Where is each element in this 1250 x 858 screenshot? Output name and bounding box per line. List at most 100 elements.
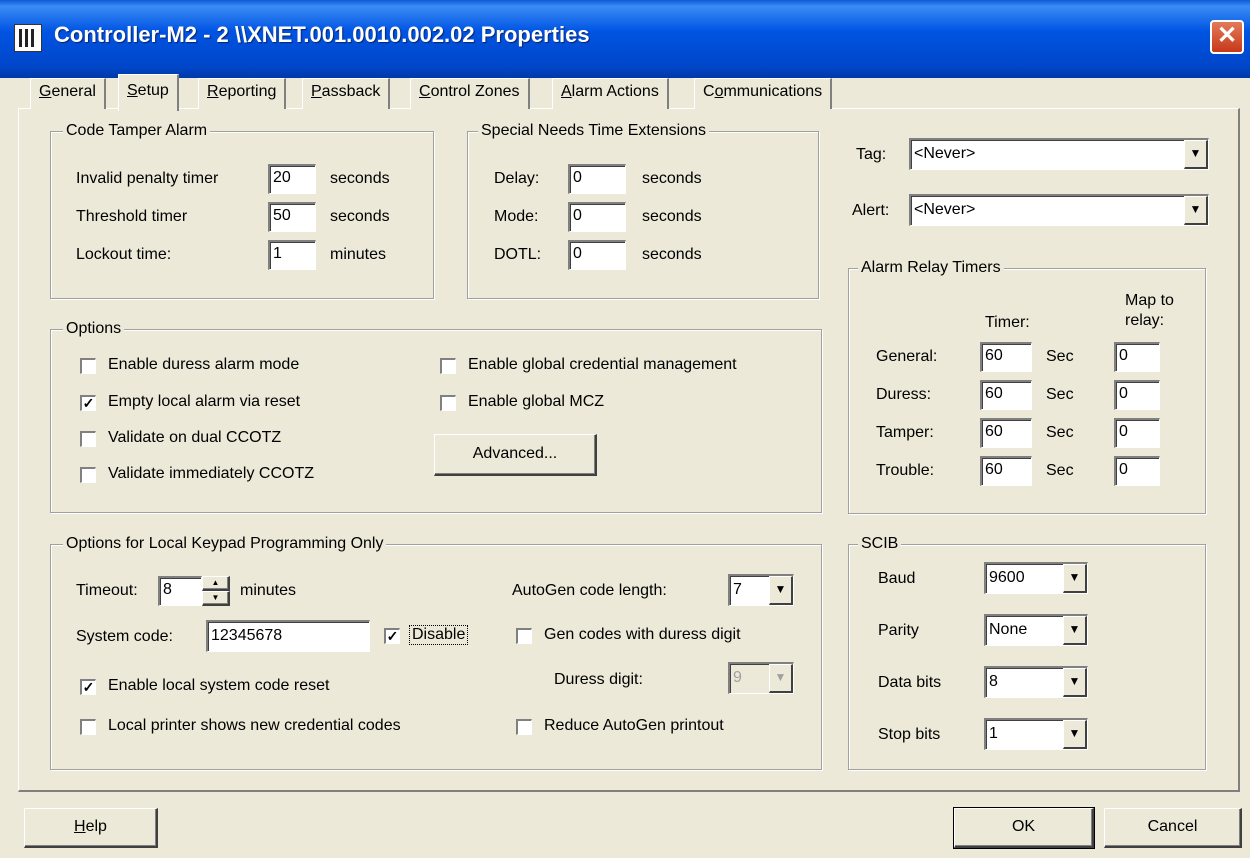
data-bits-value: 8 xyxy=(989,673,998,690)
dropdown-arrow-icon[interactable]: ▼ xyxy=(1063,720,1087,749)
stop-bits-label: Stop bits xyxy=(878,726,941,743)
general-timer-unit: Sec xyxy=(1046,348,1074,365)
baud-label: Baud xyxy=(878,570,916,587)
spin-up-icon[interactable]: ▲ xyxy=(202,576,230,591)
global-mcz-label: Enable global MCZ xyxy=(468,393,605,410)
special-needs-legend: Special Needs Time Extensions xyxy=(478,122,709,140)
timeout-label: Timeout: xyxy=(76,582,138,599)
cancel-button[interactable]: Cancel xyxy=(1104,808,1242,848)
tamper-timer-input[interactable]: 60 xyxy=(980,418,1032,448)
autogen-length-dropdown[interactable]: 7 ▼ xyxy=(728,574,794,606)
trouble-timer-input[interactable]: 60 xyxy=(980,456,1032,486)
close-button[interactable]: ✕ xyxy=(1210,20,1244,54)
gen-duress-label: Gen codes with duress digit xyxy=(544,626,741,643)
alarm-relay-legend: Alarm Relay Timers xyxy=(858,259,1004,277)
threshold-timer-input[interactable]: 50 xyxy=(268,202,316,232)
tab-passback[interactable]: Passback xyxy=(302,78,391,109)
delay-unit: seconds xyxy=(642,170,702,187)
invalid-penalty-label: Invalid penalty timer xyxy=(76,170,219,187)
dropdown-arrow-icon[interactable]: ▼ xyxy=(769,664,793,693)
tag-label: Tag: xyxy=(856,146,887,163)
delay-input[interactable]: 0 xyxy=(568,164,626,194)
duress-timer-unit: Sec xyxy=(1046,386,1074,403)
tab-communications[interactable]: Communications xyxy=(694,78,833,109)
dropdown-arrow-icon[interactable]: ▼ xyxy=(1063,668,1087,697)
controller-icon xyxy=(14,24,42,52)
validate-immediately-checkbox[interactable] xyxy=(80,467,96,483)
dropdown-arrow-icon[interactable]: ▼ xyxy=(1184,140,1208,169)
data-bits-dropdown[interactable]: 8 ▼ xyxy=(984,666,1088,698)
autogen-length-value: 7 xyxy=(733,581,742,598)
duress-digit-value: 9 xyxy=(733,669,742,686)
map-to-header: Map to xyxy=(1125,292,1174,309)
close-icon: ✕ xyxy=(1216,22,1238,49)
general-relay-input[interactable]: 0 xyxy=(1114,342,1160,372)
relay-header: relay: xyxy=(1125,312,1165,329)
timeout-spinner[interactable]: ▲ ▼ xyxy=(202,576,230,606)
empty-local-alarm-checkbox[interactable]: ✓ xyxy=(80,395,96,411)
disable-label: Disable xyxy=(408,625,469,645)
system-code-input[interactable]: 12345678 xyxy=(206,620,370,652)
parity-value: None xyxy=(989,621,1028,638)
dropdown-arrow-icon[interactable]: ▼ xyxy=(769,576,793,605)
autogen-length-label: AutoGen code length: xyxy=(512,582,667,599)
lockout-time-input[interactable]: 1 xyxy=(268,240,316,270)
duress-timer-input[interactable]: 60 xyxy=(980,380,1032,410)
invalid-penalty-unit: seconds xyxy=(330,170,390,187)
spin-down-icon[interactable]: ▼ xyxy=(202,591,230,606)
delay-label: Delay: xyxy=(494,170,540,187)
dropdown-arrow-icon[interactable]: ▼ xyxy=(1063,564,1087,593)
enable-duress-checkbox[interactable] xyxy=(80,358,96,374)
timeout-input[interactable]: 8 xyxy=(158,576,202,606)
printer-shows-checkbox[interactable] xyxy=(80,719,96,735)
stop-bits-dropdown[interactable]: 1 ▼ xyxy=(984,718,1088,750)
reduce-printout-checkbox[interactable] xyxy=(516,719,532,735)
dropdown-arrow-icon[interactable]: ▼ xyxy=(1063,616,1087,645)
alert-dropdown[interactable]: <Never> ▼ xyxy=(909,194,1209,226)
dotl-unit: seconds xyxy=(642,246,702,263)
tab-control-zones[interactable]: Control Zones xyxy=(410,78,530,109)
enable-local-reset-checkbox[interactable]: ✓ xyxy=(80,679,96,695)
tamper-relay-label: Tamper: xyxy=(876,424,934,441)
global-mcz-checkbox[interactable] xyxy=(440,395,456,411)
advanced-button[interactable]: Advanced... xyxy=(434,434,597,476)
tab-alarm-actions[interactable]: Alarm Actions xyxy=(552,78,669,109)
global-credential-label: Enable global credential management xyxy=(468,356,737,373)
tab-reporting[interactable]: Reporting xyxy=(198,78,287,109)
alert-value: <Never> xyxy=(914,201,976,218)
tab-setup[interactable]: Setup xyxy=(118,74,179,111)
mode-unit: seconds xyxy=(642,208,702,225)
parity-dropdown[interactable]: None ▼ xyxy=(984,614,1088,646)
dropdown-arrow-icon[interactable]: ▼ xyxy=(1184,196,1208,225)
dotl-input[interactable]: 0 xyxy=(568,240,626,270)
enable-duress-label: Enable duress alarm mode xyxy=(108,356,300,373)
tab-general[interactable]: General xyxy=(30,78,106,109)
options-legend: Options xyxy=(63,320,125,338)
invalid-penalty-input[interactable]: 20 xyxy=(268,164,316,194)
gen-duress-checkbox[interactable] xyxy=(516,628,532,644)
mode-label: Mode: xyxy=(494,208,539,225)
ok-button[interactable]: OK xyxy=(953,807,1095,849)
timeout-unit: minutes xyxy=(240,582,297,599)
validate-dual-label: Validate on dual CCOTZ xyxy=(108,429,282,446)
title-bar[interactable]: Controller-M2 - 2 \\XNET.001.0010.002.02… xyxy=(0,0,1250,78)
help-button[interactable]: Help xyxy=(24,808,158,848)
general-timer-input[interactable]: 60 xyxy=(980,342,1032,372)
trouble-relay-input[interactable]: 0 xyxy=(1114,456,1160,486)
validate-dual-checkbox[interactable] xyxy=(80,431,96,447)
mode-input[interactable]: 0 xyxy=(568,202,626,232)
duress-digit-dropdown[interactable]: 9 ▼ xyxy=(728,662,794,694)
scib-legend: SCIB xyxy=(858,535,902,553)
duress-relay-input[interactable]: 0 xyxy=(1114,380,1160,410)
keypad-options-legend: Options for Local Keypad Programming Onl… xyxy=(63,535,387,553)
disable-checkbox[interactable]: ✓ xyxy=(384,628,400,644)
tamper-timer-unit: Sec xyxy=(1046,424,1074,441)
tag-dropdown[interactable]: <Never> ▼ xyxy=(909,138,1209,170)
enable-local-reset-label: Enable local system code reset xyxy=(108,677,330,694)
reduce-printout-label: Reduce AutoGen printout xyxy=(544,717,724,734)
threshold-timer-label: Threshold timer xyxy=(76,208,188,225)
global-credential-checkbox[interactable] xyxy=(440,358,456,374)
baud-dropdown[interactable]: 9600 ▼ xyxy=(984,562,1088,594)
tag-value: <Never> xyxy=(914,145,976,162)
tamper-relay-input[interactable]: 0 xyxy=(1114,418,1160,448)
